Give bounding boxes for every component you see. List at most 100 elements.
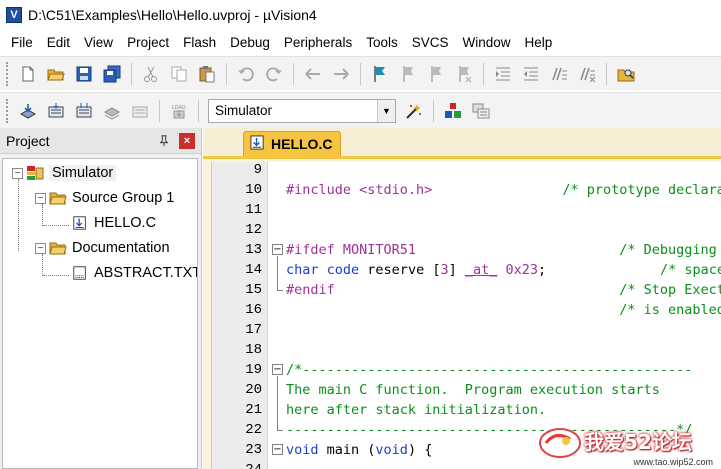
insert-bookmark-button[interactable] bbox=[368, 62, 392, 86]
rebuild-button[interactable] bbox=[72, 99, 96, 123]
indent-button[interactable] bbox=[491, 62, 515, 86]
toolbar-separator bbox=[293, 62, 294, 85]
tree-item-abstract-txt[interactable]: ABSTRACT.TXT bbox=[71, 262, 197, 284]
comment-button[interactable] bbox=[547, 62, 571, 86]
open-file-button[interactable] bbox=[44, 62, 68, 86]
menu-debug[interactable]: Debug bbox=[223, 32, 277, 54]
tab-hello-c[interactable]: HELLO.C bbox=[243, 131, 341, 156]
watermark: 我爱52论坛 www.tao.wip52.com bbox=[536, 412, 721, 469]
code-token: /* prototype declarations for I/O functi… bbox=[562, 182, 721, 198]
cut-button[interactable] bbox=[139, 62, 163, 86]
code-line[interactable]: 11 bbox=[212, 200, 721, 220]
code-line[interactable]: 13 #ifdef MONITOR51 /* Debugging with Mon… bbox=[212, 240, 721, 260]
collapse-icon[interactable]: − bbox=[12, 167, 23, 179]
watermark-text: 我爱52论坛 bbox=[584, 430, 692, 454]
download-button[interactable]: LOAD bbox=[167, 99, 191, 123]
target-select-value: Simulator bbox=[215, 103, 273, 118]
new-file-button[interactable] bbox=[16, 62, 40, 86]
tree-item-source-group[interactable]: − Source Group 1 bbox=[35, 187, 174, 209]
translate-button[interactable] bbox=[16, 99, 40, 123]
code-line[interactable]: 20 The main C function. Program execution… bbox=[212, 380, 721, 400]
target-options-button[interactable] bbox=[402, 99, 426, 123]
fold-toggle-icon[interactable]: − bbox=[272, 244, 283, 255]
prev-bookmark-button[interactable] bbox=[396, 62, 420, 86]
unindent-button[interactable] bbox=[519, 62, 543, 86]
collapse-icon[interactable]: − bbox=[35, 192, 46, 204]
undo-button[interactable] bbox=[234, 62, 258, 86]
tree-item-hello-c[interactable]: HELLO.C bbox=[71, 212, 156, 234]
code-line[interactable]: 18 bbox=[212, 340, 721, 360]
fold-toggle-icon[interactable]: − bbox=[272, 364, 283, 375]
next-bookmark-button[interactable] bbox=[424, 62, 448, 86]
tree-item-label: Simulator bbox=[49, 165, 117, 181]
tree-item-label: Documentation bbox=[72, 240, 170, 256]
fold-toggle-icon[interactable]: − bbox=[272, 444, 283, 455]
menu-file[interactable]: File bbox=[4, 32, 40, 54]
paste-button[interactable] bbox=[195, 62, 219, 86]
uncomment-icon bbox=[580, 67, 596, 82]
line-number: 9 bbox=[253, 162, 262, 178]
menu-view[interactable]: View bbox=[77, 32, 120, 54]
target-select[interactable]: Simulator ▼ bbox=[208, 98, 396, 123]
line-number: 16 bbox=[245, 302, 262, 318]
bookmark-clear-icon bbox=[459, 65, 472, 82]
code-text: /*--------------------------------------… bbox=[286, 360, 692, 380]
navigate-forward-button[interactable] bbox=[329, 62, 353, 86]
menu-project[interactable]: Project bbox=[120, 32, 176, 54]
menu-tools[interactable]: Tools bbox=[359, 32, 405, 54]
menu-peripherals[interactable]: Peripherals bbox=[277, 32, 359, 54]
find-in-files-icon bbox=[617, 69, 635, 81]
code-token: here after stack initialization. bbox=[286, 402, 547, 418]
save-all-button[interactable] bbox=[100, 62, 124, 86]
menu-window[interactable]: Window bbox=[455, 32, 517, 54]
line-number: 19 bbox=[245, 362, 262, 378]
undo-icon bbox=[238, 66, 254, 81]
redo-button[interactable] bbox=[262, 62, 286, 86]
code-token: void bbox=[286, 442, 319, 458]
build-button[interactable] bbox=[44, 99, 68, 123]
copy-button[interactable] bbox=[167, 62, 191, 86]
close-icon[interactable]: × bbox=[179, 132, 195, 149]
code-token: /* space for serial interrupt if */ bbox=[659, 262, 721, 278]
toolbar-separator bbox=[159, 99, 160, 122]
tree-item-simulator[interactable]: − Simulator bbox=[12, 162, 117, 184]
code-line[interactable]: 10 #include <stdio.h> /* prototype declar… bbox=[212, 180, 721, 200]
line-number: 23 bbox=[245, 442, 262, 458]
save-button[interactable] bbox=[72, 62, 96, 86]
find-in-files-button[interactable] bbox=[614, 62, 638, 86]
code-line[interactable]: 16 /* is enabled */ bbox=[212, 300, 721, 320]
arrow-left-icon bbox=[305, 67, 320, 80]
toolbar-grip[interactable] bbox=[6, 61, 10, 86]
manage-multi-project-button[interactable] bbox=[469, 99, 493, 123]
project-tree: − Simulator − Source Group 1 HELLO.C − D… bbox=[2, 158, 198, 469]
code-line[interactable]: 19 /*------------------------------------… bbox=[212, 360, 721, 380]
clear-bookmarks-button[interactable] bbox=[452, 62, 476, 86]
code-token: 0x23 bbox=[505, 262, 539, 278]
batch-build-button[interactable] bbox=[100, 99, 124, 123]
stop-build-button[interactable] bbox=[128, 99, 152, 123]
menu-flash[interactable]: Flash bbox=[176, 32, 223, 54]
code-line[interactable]: 9 bbox=[212, 162, 721, 180]
code-line[interactable]: 17 bbox=[212, 320, 721, 340]
navigate-back-button[interactable] bbox=[301, 62, 325, 86]
manage-components-button[interactable] bbox=[441, 99, 465, 123]
code-token: void bbox=[375, 442, 408, 458]
menu-help[interactable]: Help bbox=[518, 32, 560, 54]
fold-guide bbox=[277, 256, 278, 290]
code-line[interactable]: 14 char code reserve [3] _at_ 0x23; /* sp… bbox=[212, 260, 721, 280]
fold-guide-end bbox=[277, 430, 283, 431]
code-token: reserve [ bbox=[359, 262, 441, 278]
menu-edit[interactable]: Edit bbox=[40, 32, 77, 54]
tree-item-documentation[interactable]: − Documentation bbox=[35, 237, 170, 259]
toolbar-grip[interactable] bbox=[6, 98, 10, 123]
code-line[interactable]: 15 #endif /* Stop Exection with Serial In… bbox=[212, 280, 721, 300]
code-line[interactable]: 12 bbox=[212, 220, 721, 240]
menu-svcs[interactable]: SVCS bbox=[405, 32, 456, 54]
chevron-down-icon[interactable]: ▼ bbox=[377, 99, 395, 122]
collapse-icon[interactable]: − bbox=[35, 242, 46, 254]
pin-icon[interactable] bbox=[157, 134, 171, 148]
line-number: 11 bbox=[245, 202, 262, 218]
uncomment-button[interactable] bbox=[575, 62, 599, 86]
load-icon: LOAD bbox=[172, 105, 186, 118]
line-number: 15 bbox=[245, 282, 262, 298]
